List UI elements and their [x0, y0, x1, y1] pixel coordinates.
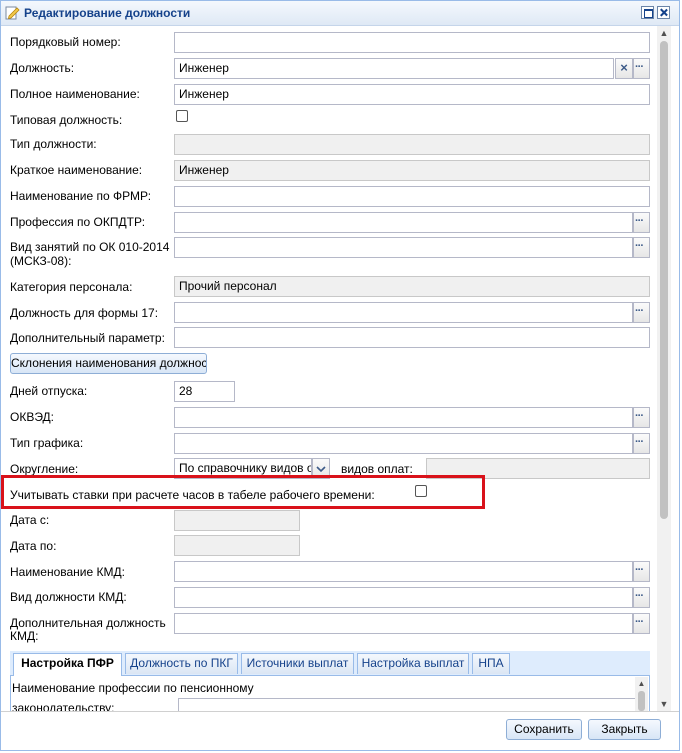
frmr-name-input[interactable] [174, 186, 650, 207]
scroll-up-icon[interactable]: ▲ [635, 677, 648, 691]
date-from-input [174, 510, 300, 531]
full-name-label: Полное наименование: [10, 87, 140, 101]
form17-label: Должность для формы 17: [10, 306, 159, 320]
tab-npa[interactable]: НПА [472, 653, 510, 674]
ellipsis-icon[interactable] [633, 587, 650, 608]
kmd-type-label: Вид должности КМД: [10, 590, 127, 604]
form-scroll-thumb[interactable] [660, 41, 668, 519]
ellipsis-icon[interactable] [633, 212, 650, 233]
vacation-days-input[interactable]: 28 [174, 381, 235, 402]
ellipsis-icon[interactable] [633, 613, 650, 634]
kmd-extra-label-line2: КМД: [10, 629, 39, 643]
form-scrollbar[interactable]: ▲ ▼ [657, 26, 671, 711]
order-number-input[interactable] [174, 32, 650, 53]
date-to-input [174, 535, 300, 556]
tab-body-scroll-thumb[interactable] [638, 691, 645, 711]
scroll-up-icon[interactable]: ▲ [657, 26, 671, 40]
vacation-days-label: Дней отпуска: [10, 384, 88, 398]
extra-param-input[interactable] [174, 327, 650, 348]
ellipsis-icon[interactable] [633, 58, 650, 79]
tab-body: Наименование профессии по пенсионному за… [10, 676, 650, 711]
extra-param-label: Дополнительный параметр: [10, 331, 165, 345]
ok010-input[interactable] [174, 237, 633, 258]
position-form: Порядковый номер: Должность: Инженер × П… [1, 26, 656, 711]
kmd-name-label: Наименование КМД: [10, 565, 125, 579]
tab-payment-sources[interactable]: Источники выплат [241, 653, 354, 674]
typical-position-checkbox[interactable] [176, 110, 188, 122]
close-icon[interactable] [657, 6, 670, 19]
kmd-type-input[interactable] [174, 587, 633, 608]
okved-label: ОКВЭД: [10, 410, 55, 424]
tab-payment-settings[interactable]: Настройка выплат [357, 653, 469, 674]
ellipsis-icon[interactable] [633, 302, 650, 323]
ellipsis-icon[interactable] [633, 237, 650, 258]
tab-body-scrollbar[interactable]: ▲ [635, 677, 648, 711]
okved-input[interactable] [174, 407, 633, 428]
staff-category-label: Категория персонала: [10, 280, 133, 294]
order-number-label: Порядковый номер: [10, 35, 121, 49]
position-label: Должность: [10, 61, 75, 75]
highlight-box [1, 475, 485, 509]
position-input[interactable]: Инженер [174, 58, 614, 79]
ellipsis-icon[interactable] [633, 407, 650, 428]
schedule-type-label: Тип графика: [10, 436, 84, 450]
date-to-label: Дата по: [10, 539, 57, 553]
save-button[interactable]: Сохранить [506, 719, 582, 740]
ellipsis-icon[interactable] [633, 561, 650, 582]
edit-position-window: Редактирование должности Порядковый номе… [0, 0, 680, 751]
ok010-label-line1: Вид занятий по ОК 010-2014 [10, 240, 170, 254]
tab-pkg-position[interactable]: Должность по ПКГ [125, 653, 238, 674]
kmd-extra-input[interactable] [174, 613, 633, 634]
frmr-name-label: Наименование по ФРМР: [10, 189, 152, 203]
declensions-button[interactable]: Склонения наименования должности [10, 353, 207, 374]
window-title: Редактирование должности [24, 6, 191, 20]
short-name-label: Краткое наименование: [10, 163, 143, 177]
position-type-label: Тип должности: [10, 137, 97, 151]
staff-category-input: Прочий персонал [174, 276, 650, 297]
date-from-label: Дата с: [10, 513, 50, 527]
ellipsis-icon[interactable] [633, 433, 650, 454]
pension-name-input[interactable] [178, 698, 636, 711]
tab-strip: Настройка ПФР Должность по ПКГ Источники… [10, 651, 650, 676]
kmd-name-input[interactable] [174, 561, 633, 582]
typical-position-label: Типовая должность: [10, 113, 123, 127]
form17-input[interactable] [174, 302, 633, 323]
tab-pfr-settings[interactable]: Настройка ПФР [13, 653, 122, 676]
okpdtr-input[interactable] [174, 212, 633, 233]
schedule-type-input[interactable] [174, 433, 633, 454]
okpdtr-label: Профессия по ОКПДТР: [10, 215, 146, 229]
full-name-input[interactable]: Инженер [174, 84, 650, 105]
window-titlebar: Редактирование должности [1, 1, 679, 26]
maximize-icon[interactable] [641, 6, 654, 19]
edit-document-icon [5, 6, 20, 20]
scroll-down-icon[interactable]: ▼ [657, 697, 671, 711]
pension-name-label-line1: Наименование профессии по пенсионному [12, 681, 254, 695]
close-button[interactable]: Закрыть [588, 719, 661, 740]
clear-icon[interactable]: × [615, 58, 633, 79]
window-footer: Сохранить Закрыть [1, 711, 679, 750]
pension-name-label-line2: законодательству: [12, 701, 115, 712]
short-name-input: Инженер [174, 160, 650, 181]
ok010-label-line2: (МСКЗ-08): [10, 254, 72, 268]
position-type-input [174, 134, 650, 155]
